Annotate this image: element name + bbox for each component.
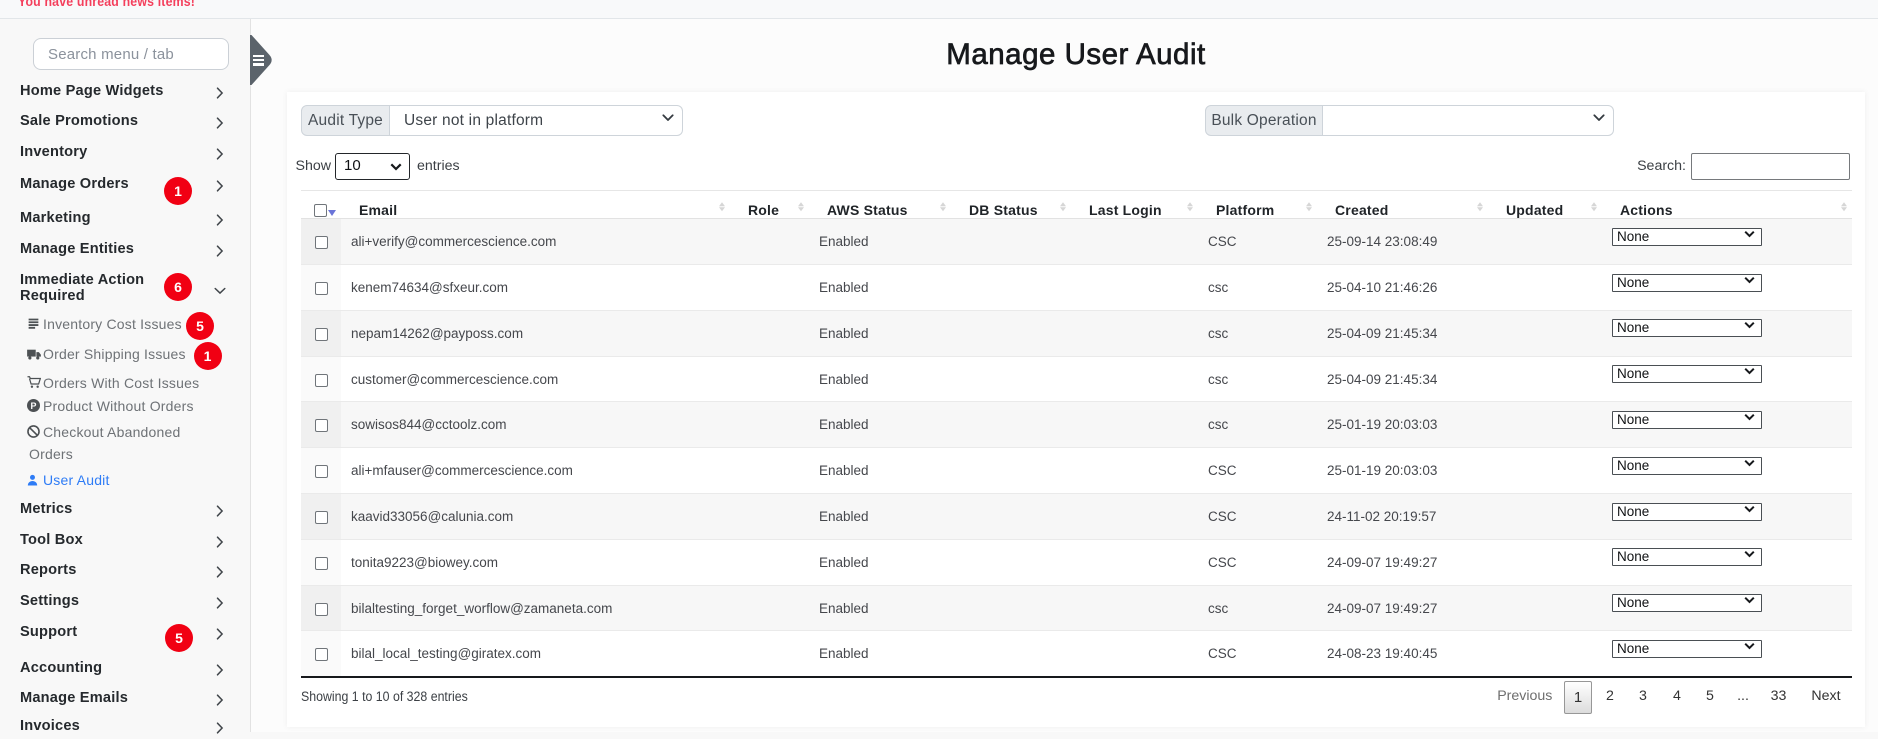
- svg-text:P: P: [30, 401, 36, 411]
